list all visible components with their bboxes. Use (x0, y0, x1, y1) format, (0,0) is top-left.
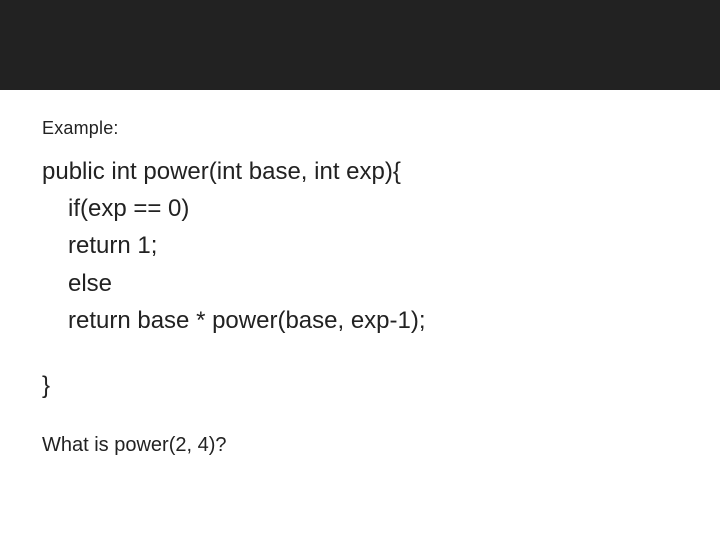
code-line-1: public int power(int base, int exp){ (42, 153, 678, 190)
question-text: What is power(2, 4)? (42, 434, 678, 457)
example-label: Example: (42, 118, 678, 139)
title-bar (0, 0, 720, 90)
code-line-4: else (42, 265, 678, 302)
code-line-2: if(exp == 0) (42, 190, 678, 227)
slide: Example: public int power(int base, int … (0, 0, 720, 540)
slide-content: Example: public int power(int base, int … (0, 90, 720, 457)
code-line-3: return 1; (42, 227, 678, 264)
code-line-5: return base * power(base, exp-1); (42, 302, 678, 339)
spacer (42, 339, 678, 367)
code-line-6: } (42, 367, 678, 404)
